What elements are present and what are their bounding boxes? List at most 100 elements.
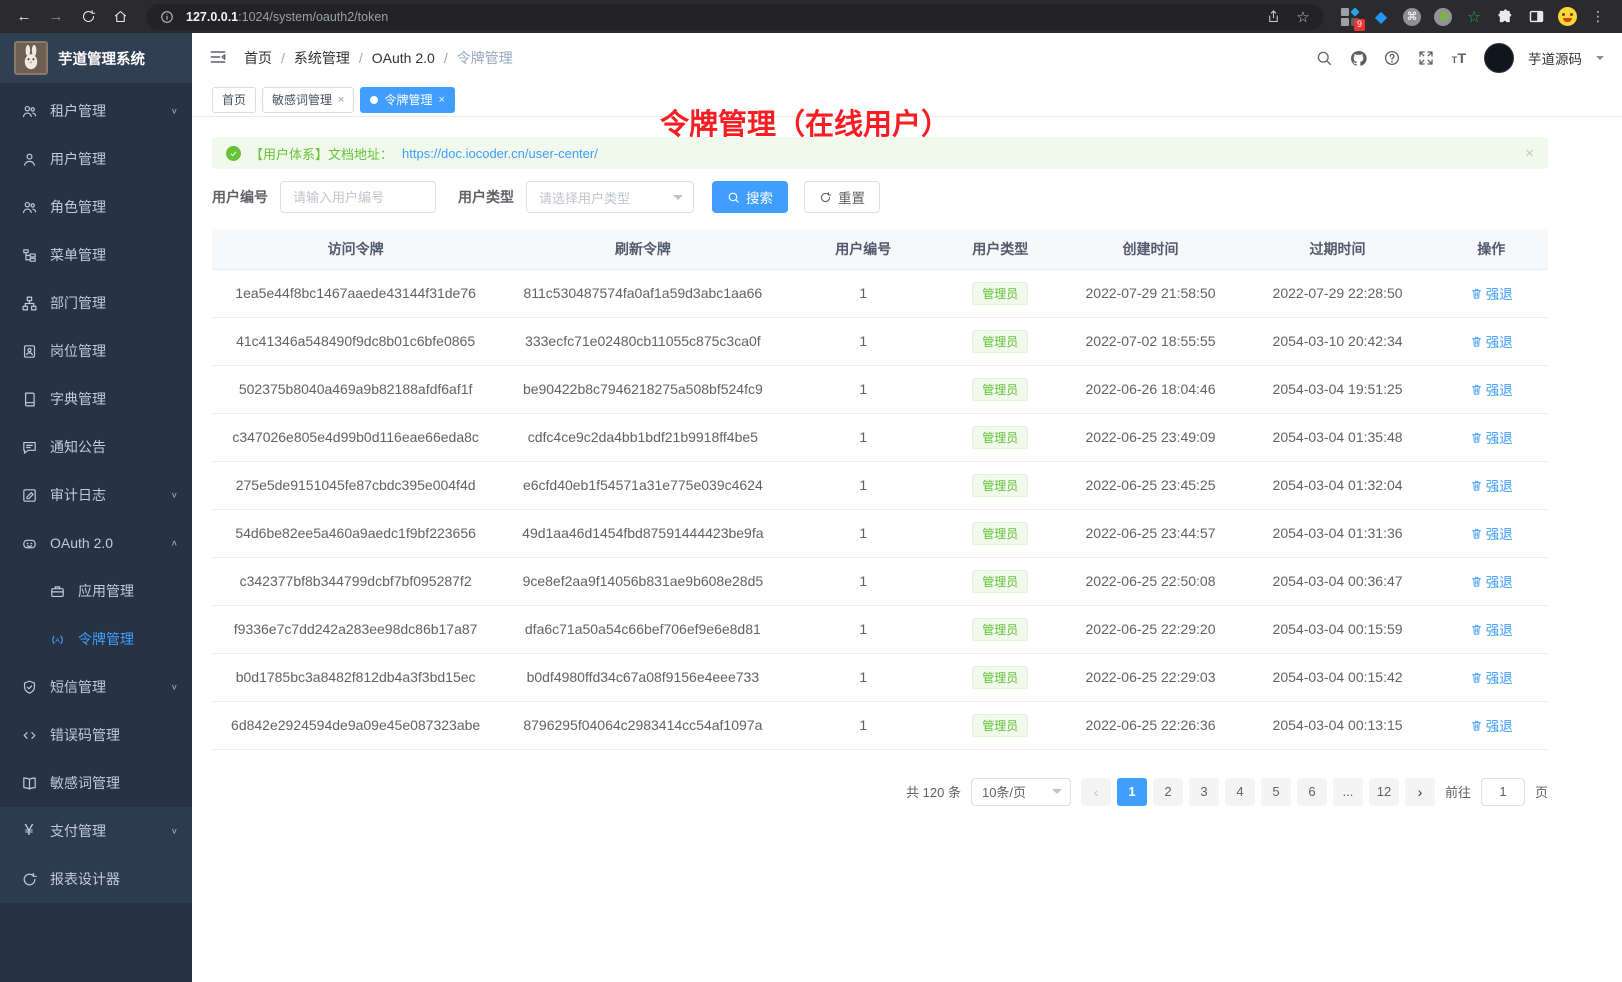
prev-page-button[interactable]: ‹ [1081,778,1111,806]
sidebar-item-errcode[interactable]: 错误码管理 [0,711,192,759]
bookmark-star-icon[interactable]: ☆ [1292,6,1314,28]
browser-reload-button[interactable] [74,4,102,30]
chevron-down-icon: ∨ [171,491,178,500]
action-cell: 强退 [1434,413,1548,461]
tab-close-icon[interactable]: × [338,94,344,106]
command-extension-icon[interactable]: ⌘ [1402,7,1422,27]
page-button-6[interactable]: 6 [1297,778,1327,806]
breadcrumb-item[interactable]: 首页 [244,48,272,68]
action-cell: 强退 [1434,653,1548,701]
sidebar-item-menu[interactable]: 菜单管理 [0,231,192,279]
doc-link[interactable]: https://doc.iocoder.cn/user-center/ [402,146,598,161]
tab-close-icon[interactable]: × [438,94,444,106]
share-icon[interactable] [1262,6,1284,28]
access-token-cell: b0d1785bc3a8482f812db4a3f3bd15ec [212,653,499,701]
alert-close-icon[interactable]: × [1525,145,1534,162]
browser-forward-button[interactable]: → [42,4,70,30]
puzzle-extensions-icon[interactable] [1495,7,1515,27]
next-page-button[interactable]: › [1405,778,1435,806]
extension-grid-icon[interactable]: 9 [1340,7,1360,27]
user-id-input[interactable] [280,181,436,213]
column-header: 刷新令牌 [499,229,786,269]
sidebar-toggle-icon[interactable] [208,47,230,69]
search-button[interactable]: 搜索 [712,181,788,213]
force-logout-button[interactable]: 强退 [1470,427,1513,447]
user-type-cell: 管理员 [940,365,1060,413]
sidebar-item-dict[interactable]: 字典管理 [0,375,192,423]
breadcrumb-item[interactable]: OAuth 2.0 [372,50,435,66]
breadcrumb-item[interactable]: 系统管理 [294,48,350,68]
force-logout-button[interactable]: 强退 [1470,523,1513,543]
browser-menu-icon[interactable]: ⋮ [1588,7,1608,27]
user-type-cell: 管理员 [940,605,1060,653]
sidebar-item-role[interactable]: 角色管理 [0,183,192,231]
font-size-icon[interactable]: TT [1450,48,1470,68]
page-button-5[interactable]: 5 [1261,778,1291,806]
force-logout-button[interactable]: 强退 [1470,619,1513,639]
force-logout-button[interactable]: 强退 [1470,667,1513,687]
site-info-icon[interactable] [156,6,178,28]
jump-page-input[interactable] [1481,778,1525,806]
profile-avatar-emoji[interactable] [1557,7,1577,27]
sidebar-item-users[interactable]: 租户管理∨ [0,87,192,135]
force-logout-button[interactable]: 强退 [1470,331,1513,351]
fullscreen-icon[interactable] [1416,48,1436,68]
split-window-icon[interactable] [1526,7,1546,27]
sidebar-item-log[interactable]: 审计日志∨ [0,471,192,519]
force-logout-button[interactable]: 强退 [1470,475,1513,495]
help-icon[interactable] [1382,48,1402,68]
annotation-title: 令牌管理（在线用户） [660,101,950,143]
reset-button[interactable]: 重置 [804,181,880,213]
page-button-1[interactable]: 1 [1117,778,1147,806]
tab-0[interactable]: 首页 [212,87,256,113]
page-button-2[interactable]: 2 [1153,778,1183,806]
sidebar-item-sms[interactable]: 短信管理∨ [0,663,192,711]
page-button-12[interactable]: 12 [1369,778,1399,806]
star-extension-icon[interactable]: ☆ [1464,7,1484,27]
page-ellipsis[interactable]: ... [1333,778,1363,806]
jump-suffix: 页 [1535,782,1548,801]
user-type-cell: 管理员 [940,413,1060,461]
sidebar-item-org[interactable]: 部门管理 [0,279,192,327]
table-header-row: 访问令牌刷新令牌用户编号用户类型创建时间过期时间操作 [212,229,1548,269]
sidebar-item-token[interactable]: A令牌管理 [0,615,192,663]
tab-active[interactable]: 令牌管理× [360,87,454,113]
github-icon[interactable] [1348,48,1368,68]
sidebar-item-sensitive[interactable]: 敏感词管理 [0,759,192,807]
active-dot-icon [370,96,378,104]
page-size-select[interactable]: 10条/页 [971,778,1071,806]
access-token-cell: c347026e805e4d99b0d116eae66eda8c [212,413,499,461]
force-logout-button[interactable]: 强退 [1470,715,1513,735]
app-logo[interactable]: 芋道管理系统 [0,33,192,83]
browser-extensions: 9 ◆ ⌘ ☆ ⋮ [1336,7,1612,27]
search-icon[interactable] [1314,48,1334,68]
gem-extension-icon[interactable]: ◆ [1371,7,1391,27]
user-type-select[interactable]: 请选择用户类型 [526,181,694,213]
sidebar-item-user[interactable]: 用户管理 [0,135,192,183]
sidebar-item-label: 部门管理 [50,293,178,313]
user-menu-caret-icon[interactable] [1596,56,1604,64]
address-bar[interactable]: 127.0.0.1:1024/system/oauth2/token ☆ [146,4,1324,30]
browser-back-button[interactable]: ← [10,4,38,30]
browser-home-button[interactable] [106,4,134,30]
user-avatar[interactable] [1484,43,1514,73]
sidebar-item-notice[interactable]: 通知公告 [0,423,192,471]
sidebar-item-pay[interactable]: ¥支付管理∨ [0,807,192,855]
sidebar-item-report[interactable]: 报表设计器 [0,855,192,903]
record-extension-icon[interactable] [1433,7,1453,27]
sidebar-item-oauth[interactable]: OAuth 2.0∧ [0,519,192,567]
sidebar-item-app[interactable]: 应用管理 [0,567,192,615]
force-logout-button[interactable]: 强退 [1470,283,1513,303]
tab-1[interactable]: 敏感词管理× [262,87,354,113]
log-icon [20,486,38,504]
table-row: 502375b8040a469a9b82188afdf6af1fbe90422b… [212,365,1548,413]
sidebar-item-post[interactable]: 岗位管理 [0,327,192,375]
breadcrumb-separator: / [444,50,448,66]
url-text[interactable]: 127.0.0.1:1024/system/oauth2/token [186,10,1254,24]
logo-image [14,41,48,75]
page-button-4[interactable]: 4 [1225,778,1255,806]
force-logout-button[interactable]: 强退 [1470,379,1513,399]
page-button-3[interactable]: 3 [1189,778,1219,806]
force-logout-button[interactable]: 强退 [1470,571,1513,591]
create-time-cell: 2022-06-25 23:45:25 [1060,461,1240,509]
